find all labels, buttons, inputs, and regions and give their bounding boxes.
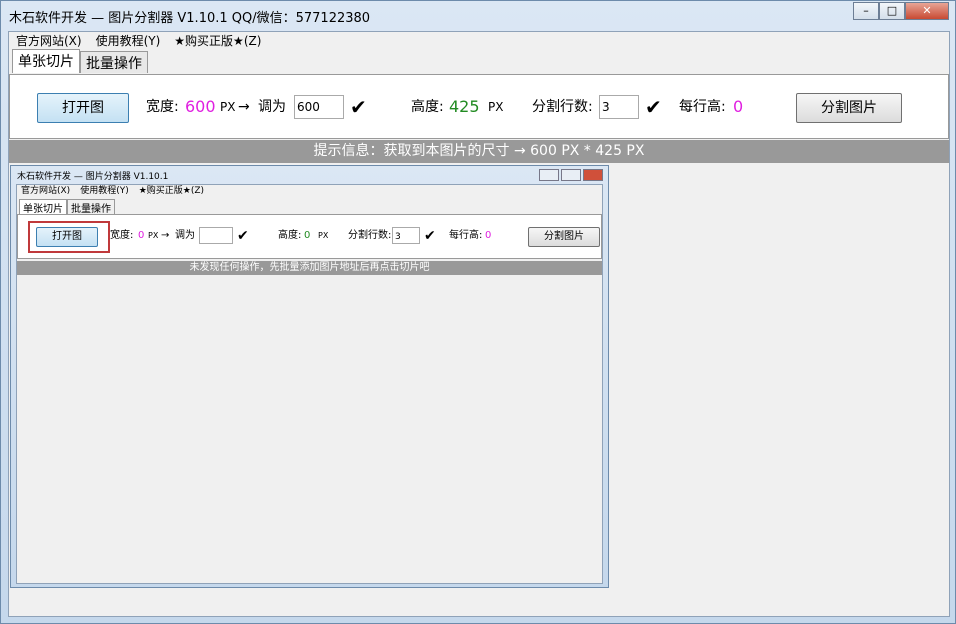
- embedded-rows-input: 3: [392, 227, 420, 244]
- embedded-rows-label: 分割行数:: [348, 230, 392, 241]
- main-window: 木石软件开发 — 图片分割器 V1.10.1 QQ/微信：577122380 –…: [0, 0, 956, 624]
- menu-buy[interactable]: ★购买正版★(Z): [174, 32, 261, 50]
- rows-input[interactable]: 3: [599, 95, 639, 119]
- embedded-check-icon: ✔: [237, 228, 249, 244]
- embedded-row-height-label: 每行高:: [449, 230, 483, 241]
- menu-website[interactable]: 官方网站(X): [16, 32, 82, 50]
- px-label: PX: [220, 100, 236, 114]
- embedded-height-label: 高度:: [278, 230, 302, 241]
- embedded-px-2: PX: [318, 231, 329, 240]
- embedded-tab-batch: 批量操作: [67, 199, 115, 215]
- px-label-2: PX: [488, 100, 504, 114]
- embedded-menu-website: 官方网站(X): [21, 186, 71, 196]
- height-label: 高度:: [411, 99, 444, 115]
- embedded-menu-buy: ★购买正版★(Z): [138, 186, 205, 196]
- arrow-icon: →: [238, 99, 250, 115]
- resize-label: 调为: [258, 99, 286, 115]
- embedded-height-value: 0: [304, 230, 311, 241]
- split-image-button[interactable]: 分割图片: [796, 93, 902, 123]
- close-button[interactable]: ✕: [905, 2, 949, 20]
- menu-tutorial[interactable]: 使用教程(Y): [96, 32, 161, 50]
- maximize-button[interactable]: □: [879, 2, 905, 20]
- confirm-width-check-icon[interactable]: ✔: [350, 93, 367, 121]
- embedded-open-button: 打开图: [36, 227, 98, 247]
- open-image-button[interactable]: 打开图: [37, 93, 129, 123]
- embedded-width-label: 宽度:: [110, 230, 134, 241]
- embedded-menu-tutorial: 使用教程(Y): [80, 186, 129, 196]
- window-title: 木石软件开发 — 图片分割器 V1.10.1 QQ/微信：577122380: [9, 11, 371, 26]
- width-label: 宽度:: [146, 99, 179, 115]
- width-value: 600: [185, 97, 216, 116]
- height-value: 425: [449, 97, 480, 116]
- minimize-button[interactable]: –: [853, 2, 879, 20]
- status-bar: 提示信息：获取到本图片的尺寸 → 600 PX * 425 PX: [9, 140, 949, 163]
- confirm-rows-check-icon[interactable]: ✔: [645, 93, 662, 121]
- embedded-tab-single: 单张切片: [19, 199, 67, 215]
- resize-input[interactable]: 600: [294, 95, 344, 119]
- embedded-px: PX: [148, 231, 159, 240]
- embedded-screenshot: 木石软件开发 — 图片分割器 V1.10.1 官方网站(X) 使用教程(Y) ★…: [10, 165, 609, 588]
- embedded-status: 未发现任何操作，先批量添加图片地址后再点击切片吧: [17, 261, 602, 275]
- embedded-resize-input: [199, 227, 233, 244]
- embedded-resize-label: 调为: [175, 230, 195, 241]
- tab-batch[interactable]: 批量操作: [80, 51, 148, 73]
- embedded-check-icon-2: ✔: [424, 228, 436, 244]
- embedded-split-button: 分割图片: [528, 227, 600, 247]
- embedded-title: 木石软件开发 — 图片分割器 V1.10.1: [17, 172, 169, 182]
- embedded-row-height-value: 0: [485, 230, 492, 241]
- menu-bar: 官方网站(X) 使用教程(Y) ★购买正版★(Z): [9, 32, 949, 50]
- tab-single[interactable]: 单张切片: [12, 49, 80, 73]
- client-area: 官方网站(X) 使用教程(Y) ★购买正版★(Z) 单张切片 批量操作 打开图 …: [8, 31, 950, 617]
- rows-label: 分割行数:: [532, 99, 593, 115]
- row-height-label: 每行高:: [679, 99, 726, 115]
- row-height-value: 0: [733, 97, 744, 116]
- single-panel: 打开图 宽度: 600 PX → 调为 600 ✔ 高度: 425 PX 分割行…: [9, 74, 949, 139]
- embedded-arrow-icon: →: [161, 230, 170, 241]
- embedded-width-value: 0: [138, 230, 145, 241]
